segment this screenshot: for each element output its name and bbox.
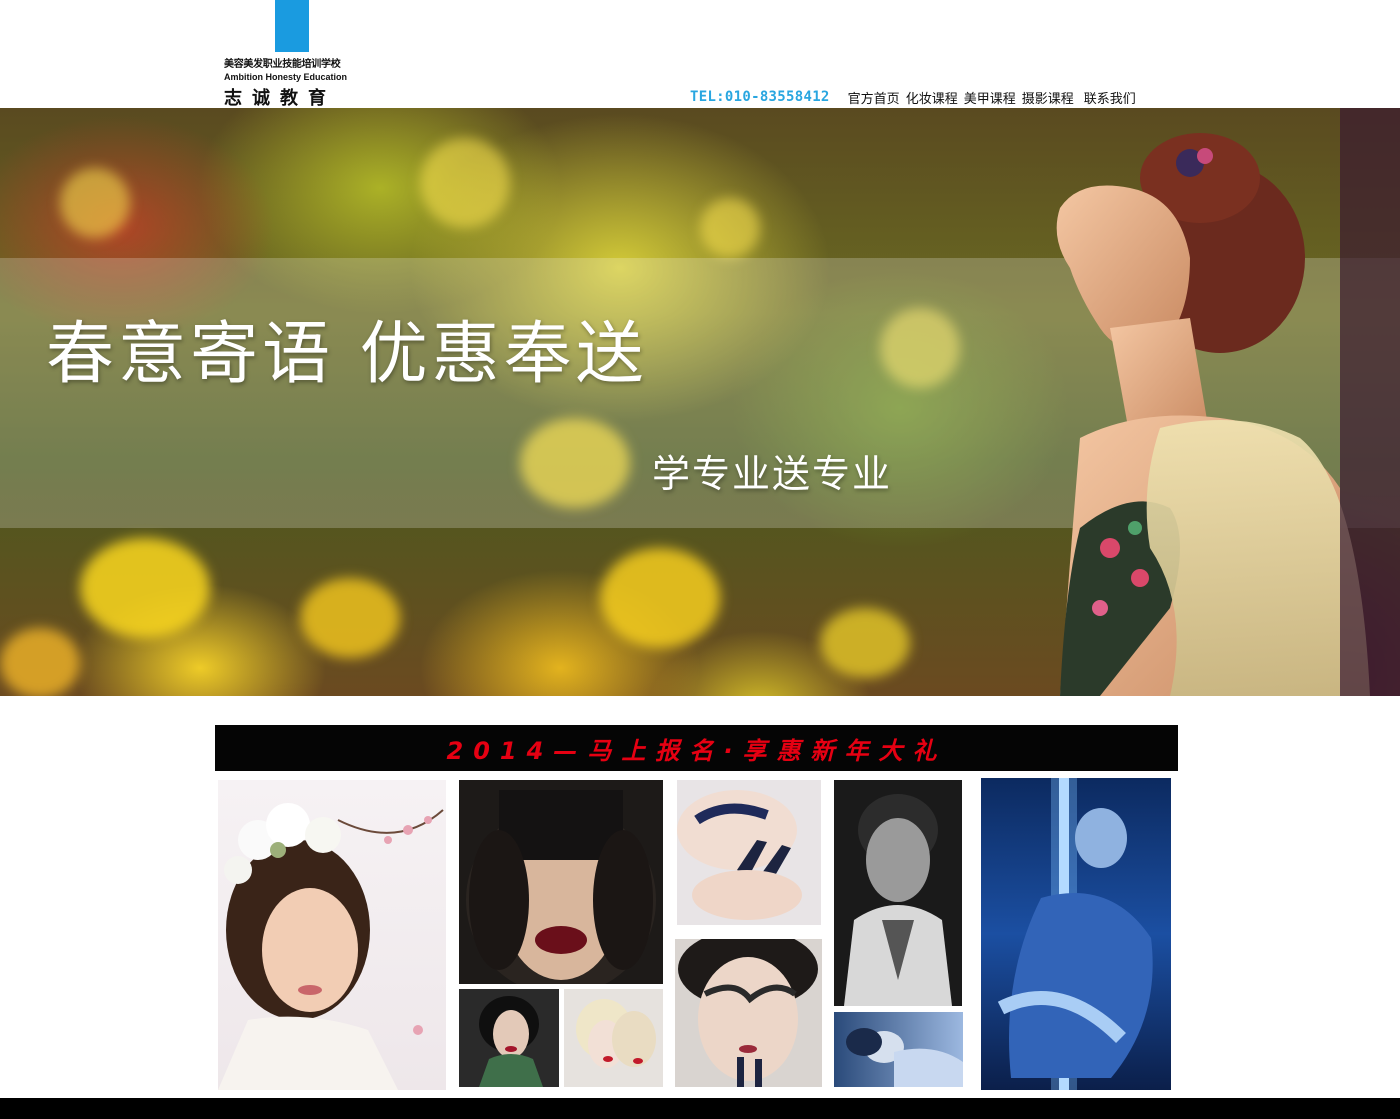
gallery-photo-blonde-pair[interactable] (564, 989, 663, 1087)
logo-brand: 志诚教育 (224, 88, 336, 109)
lace-photo-art (678, 939, 818, 1087)
logo-mark (275, 0, 309, 52)
model-photo (1056, 108, 1400, 696)
male-photo-art (844, 794, 952, 1006)
bokeh-light (60, 168, 130, 238)
bokeh-light (300, 578, 400, 658)
gallery-photo-lace-makeup[interactable] (675, 939, 822, 1087)
bokeh-light (0, 628, 80, 696)
nav-item-contact[interactable]: 联系我们 (1084, 88, 1136, 107)
gallery-photo-veil[interactable] (459, 780, 663, 984)
gallery-photo-blue-neon[interactable] (981, 778, 1171, 1090)
gallery-photo-vintage-bob[interactable] (459, 989, 559, 1087)
logo-school-name: 美容美发职业技能培训学校 (224, 59, 341, 70)
nails-photo-art (677, 790, 802, 920)
reclining-photo-art (846, 1028, 963, 1087)
bridal-photo-art (218, 803, 444, 1090)
gallery-photo-bridal[interactable] (218, 780, 446, 1090)
bokeh-light (420, 138, 510, 228)
gallery-photo-nails-lashes[interactable] (677, 780, 821, 925)
gallery-photo-male-portrait[interactable] (834, 780, 962, 1006)
bokeh-light (820, 608, 910, 678)
main-nav: TEL:010-83558412 官方首页 化妆课程 美甲课程 摄影课程 联系我… (690, 86, 1142, 108)
nav-item-home[interactable]: 官方首页 (848, 88, 900, 107)
promo-text: 2014—马上报名·享惠新年大礼 (446, 736, 947, 765)
promo-strip[interactable]: 2014—马上报名·享惠新年大礼 (215, 725, 1178, 771)
vintage-photo-art (479, 996, 543, 1087)
banner-headline: 春意寄语 优惠奉送 (46, 315, 648, 394)
bokeh-light (80, 538, 210, 638)
site-logo[interactable]: 美容美发职业技能培训学校 Ambition Honesty Education … (224, 0, 364, 109)
nav-item-nail-course[interactable]: 美甲课程 (964, 88, 1016, 107)
phone-number[interactable]: TEL:010-83558412 (690, 89, 830, 105)
hero-banner[interactable]: 春意寄语 优惠奉送 学专业送专业 (0, 108, 1400, 696)
neon-photo-art (997, 778, 1153, 1090)
nav-item-photography-course[interactable]: 摄影课程 (1022, 88, 1074, 107)
banner-subheadline: 学专业送专业 (652, 452, 893, 496)
site-header: 美容美发职业技能培训学校 Ambition Honesty Education … (0, 0, 1400, 109)
gallery-photo-reclining[interactable] (834, 1012, 963, 1087)
nav-item-makeup-course[interactable]: 化妆课程 (906, 88, 958, 107)
veil-photo-art (466, 790, 656, 984)
bokeh-light (600, 548, 720, 648)
blonde-photo-art (576, 999, 656, 1068)
bokeh-light (700, 198, 760, 258)
footer-bar (0, 1098, 1400, 1119)
logo-english-name: Ambition Honesty Education (224, 72, 348, 82)
